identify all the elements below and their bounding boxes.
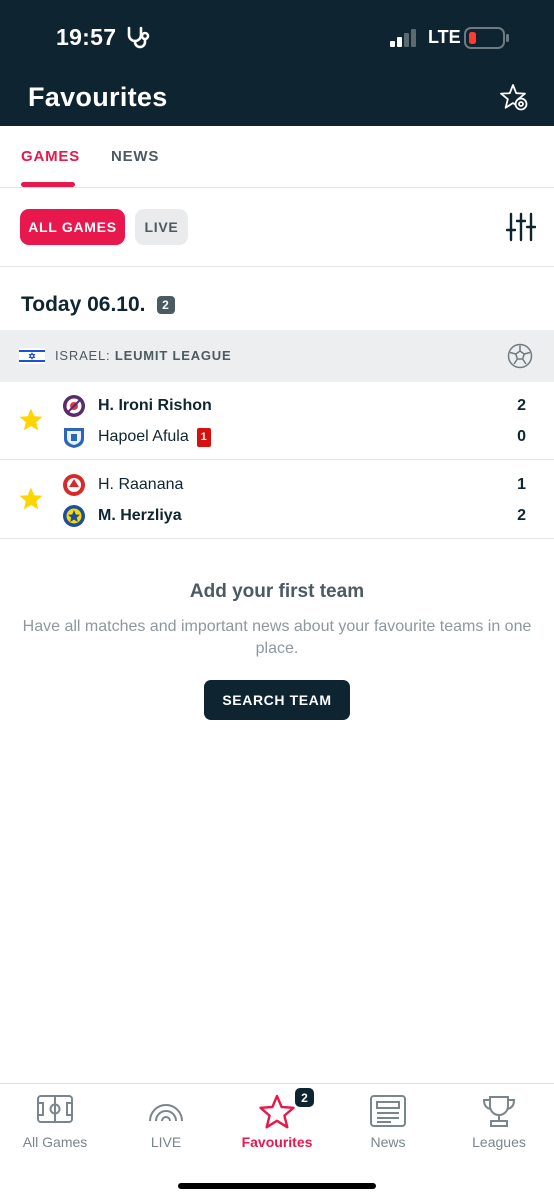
nav-label: Favourites: [241, 1134, 313, 1150]
league-header[interactable]: ISRAEL: LEUMIT LEAGUE: [0, 330, 554, 382]
tab-games[interactable]: GAMES: [21, 148, 80, 165]
football-icon: [507, 343, 533, 374]
israel-flag-icon: [19, 348, 45, 369]
nav-label: All Games: [22, 1134, 88, 1150]
date-label: Today 06.10.: [21, 293, 146, 316]
trophy-icon: [480, 1094, 518, 1133]
nav-label: Leagues: [472, 1134, 526, 1150]
red-card-badge: 1: [196, 427, 211, 447]
match-count-badge: 2: [156, 296, 175, 314]
news-icon: [369, 1094, 407, 1133]
league-country: ISRAEL:: [55, 348, 111, 363]
team-name: M. Herzliya: [98, 507, 182, 524]
ironi-rishon-crest-icon: [62, 394, 86, 418]
nav-live[interactable]: LIVE: [111, 1084, 221, 1164]
empty-state-description: Have all matches and important news abou…: [22, 618, 532, 657]
team-name: H. Ironi Rishon: [98, 397, 212, 414]
nav-all-games[interactable]: All Games: [0, 1084, 110, 1164]
league-title: LEUMIT LEAGUE: [114, 348, 232, 363]
stethoscope-icon: [126, 26, 152, 55]
app-header: 19:57 LTE Favourites: [0, 0, 554, 126]
pitch-icon: [36, 1094, 74, 1129]
page-title: Favourites: [28, 82, 168, 112]
live-filter-button[interactable]: LIVE: [135, 209, 188, 245]
signal-icon: [390, 29, 420, 52]
nav-favourites[interactable]: 2 Favourites: [222, 1084, 332, 1164]
herzliya-crest-icon: [62, 504, 86, 528]
team-score: 1: [517, 476, 526, 493]
favourite-star-icon[interactable]: [18, 407, 44, 438]
home-team: H. Raanana 1: [62, 472, 532, 498]
live-icon: [147, 1094, 185, 1129]
home-indicator: [178, 1183, 376, 1189]
away-team: M. Herzliya 2: [62, 503, 532, 529]
away-team: Hapoel Afula 1 0: [62, 424, 532, 450]
team-name: Hapoel Afula: [98, 428, 189, 445]
nav-news[interactable]: News: [333, 1084, 443, 1164]
nav-label: LIVE: [150, 1134, 182, 1150]
filter-sliders-icon[interactable]: [505, 212, 537, 247]
nav-label: News: [370, 1134, 406, 1150]
filter-row: ALL GAMES LIVE: [0, 189, 554, 267]
active-tab-indicator: [21, 182, 75, 187]
empty-state-title: Add your first team: [189, 581, 365, 602]
network-label: LTE: [428, 27, 461, 47]
team-score: 2: [517, 507, 526, 524]
match-row[interactable]: H. Ironi Rishon 2 Hapoel Afula 1 0: [0, 382, 554, 460]
match-row[interactable]: H. Raanana 1 M. Herzliya 2: [0, 461, 554, 539]
home-team: H. Ironi Rishon 2: [62, 393, 532, 419]
raanana-crest-icon: [62, 473, 86, 497]
favourites-count-badge: 2: [295, 1088, 314, 1107]
nav-leagues[interactable]: Leagues: [444, 1084, 554, 1164]
hapoel-afula-crest-icon: [62, 425, 86, 449]
status-time: 19:57: [56, 24, 117, 50]
favourite-star-icon[interactable]: [18, 486, 44, 517]
content-tabs: GAMES NEWS: [0, 126, 554, 188]
team-score: 2: [517, 397, 526, 414]
battery-icon: [464, 27, 510, 54]
team-name: H. Raanana: [98, 476, 184, 493]
star-icon: [258, 1094, 296, 1135]
league-name: ISRAEL: LEUMIT LEAGUE: [55, 348, 231, 363]
team-score: 0: [517, 428, 526, 445]
date-header: Today 06.10. 2: [21, 290, 175, 320]
status-bar: 19:57 LTE: [0, 22, 554, 54]
favourites-settings-icon[interactable]: [499, 83, 531, 118]
search-team-button[interactable]: SEARCH TEAM: [204, 680, 350, 720]
tab-news[interactable]: NEWS: [111, 148, 159, 165]
all-games-filter-button[interactable]: ALL GAMES: [20, 209, 125, 245]
